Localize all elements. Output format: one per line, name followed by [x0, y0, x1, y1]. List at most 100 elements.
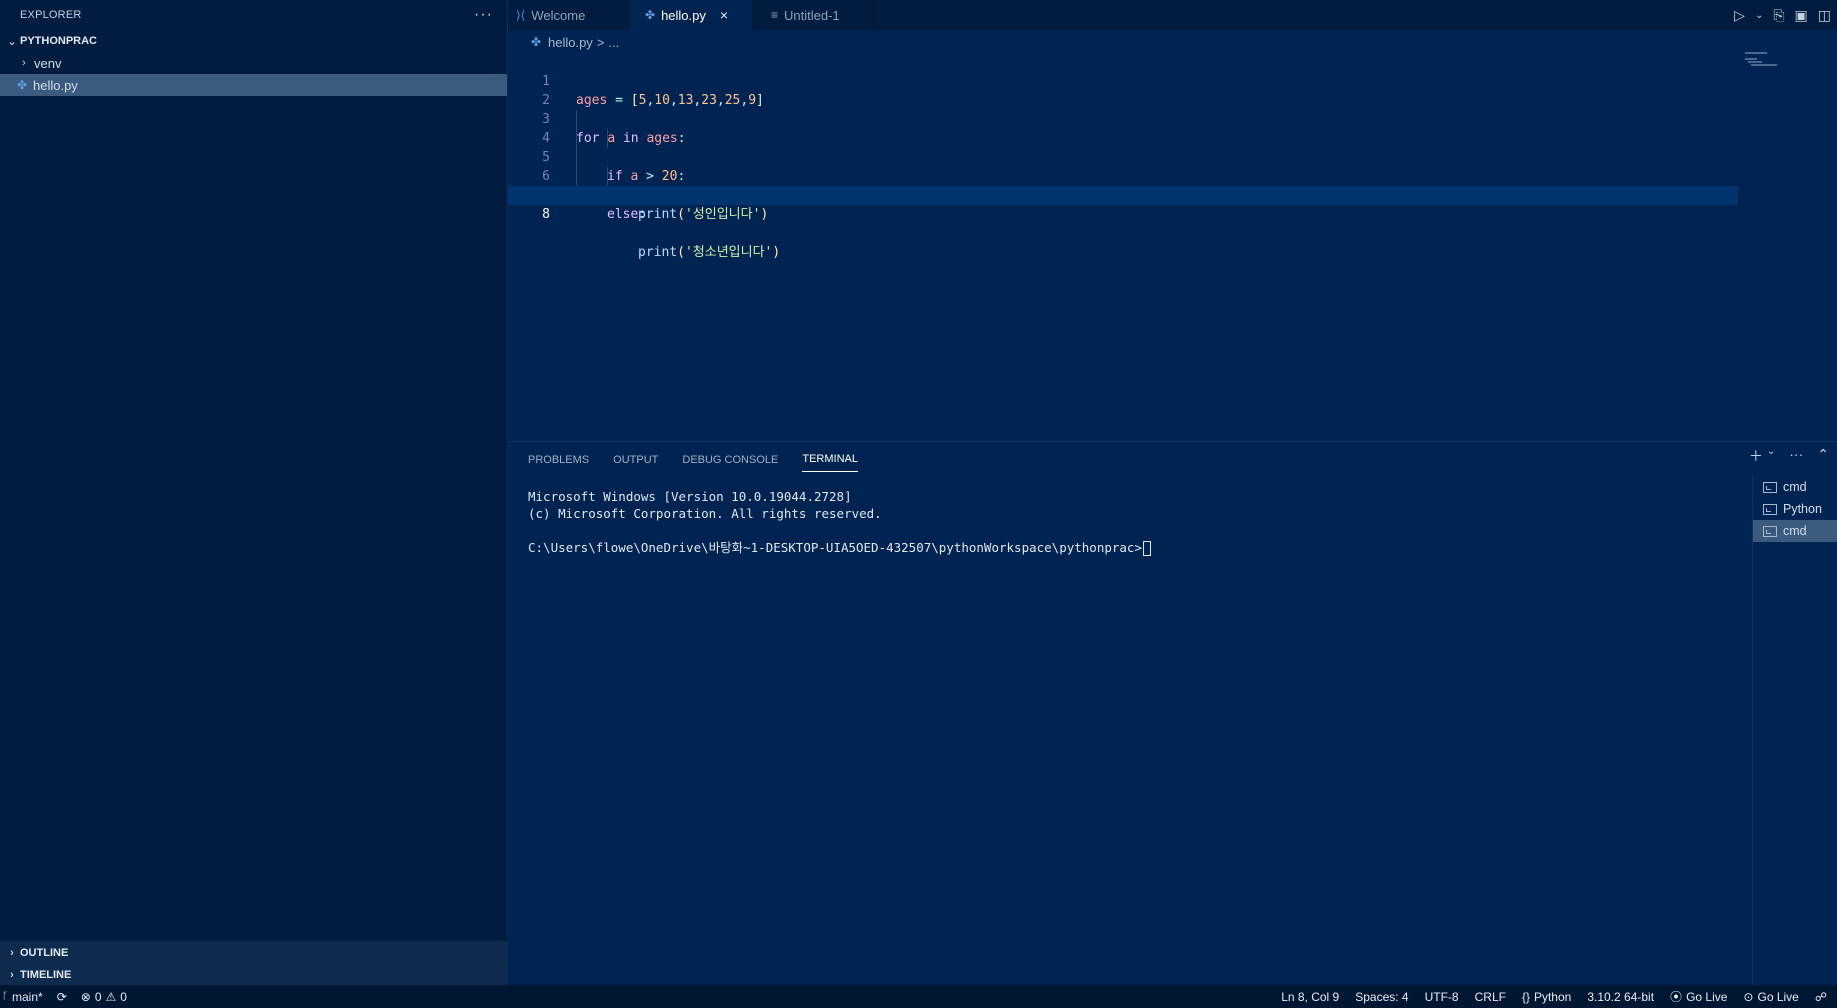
more-actions-icon[interactable]: ···: [474, 6, 493, 24]
run-icon[interactable]: ▷: [1734, 7, 1745, 24]
tree-item-label: hello.py: [33, 77, 78, 93]
explorer-header: EXPLORER ···: [0, 0, 507, 30]
branch-status[interactable]: ᚴ main*: [2, 990, 43, 1004]
terminal-icon: [1763, 525, 1777, 537]
terminal-item-cmd-active[interactable]: cmd: [1753, 520, 1837, 542]
vscode-icon: ⟩⟨: [516, 8, 526, 22]
line-number: 8: [542, 207, 550, 222]
go-live-label: Go Live: [1757, 989, 1799, 1004]
terminal-item-python[interactable]: Python: [1753, 498, 1837, 520]
go-live-label: Go Live: [1686, 989, 1728, 1004]
problems-status[interactable]: ⊗ 0 ⚠ 0: [81, 990, 127, 1004]
chevron-down-icon[interactable]: ⌄: [1755, 10, 1763, 21]
explorer-title: EXPLORER: [20, 9, 82, 21]
go-live-broadcast[interactable]: ⦿ Go Live: [1670, 988, 1727, 1005]
python-icon: ✤: [530, 35, 542, 49]
terminal-prompt-row: C:\Users\flowe\OneDrive\바탕화~1-DESKTOP-UI…: [528, 539, 1151, 556]
breadcrumb: ✤ hello.py > ...: [508, 32, 623, 52]
terminal-label: cmd: [1783, 524, 1807, 538]
play-circle-icon: ⊙: [1743, 989, 1754, 1004]
terminal-label: cmd: [1783, 480, 1807, 494]
terminal-cursor: [1142, 541, 1151, 556]
code-line-current: 8: [508, 186, 1738, 222]
outline-section-header[interactable]: › OUTLINE: [0, 941, 507, 963]
tab-problems[interactable]: PROBLEMS: [528, 442, 589, 477]
code-line: 3 for a in ages:: [508, 91, 1837, 146]
code-line: 5 print('성인입니다'): [508, 129, 1837, 222]
project-section-header[interactable]: ⌄ PYTHONPRAC: [0, 30, 507, 52]
language-label: Python: [1533, 989, 1572, 1004]
python-icon: ✤: [645, 8, 656, 22]
breadcrumb-rest[interactable]: ...: [608, 35, 619, 50]
terminal-list: cmd Python cmd: [1752, 476, 1837, 986]
code-line: 2: [508, 72, 1837, 108]
tab-label: Welcome: [531, 7, 586, 23]
more-actions-icon[interactable]: ···: [1789, 446, 1803, 466]
code-line: 4 if a > 20:: [508, 110, 1837, 184]
split-editor-icon[interactable]: ◫: [1818, 7, 1831, 24]
indentation[interactable]: Spaces: 4: [1355, 990, 1408, 1004]
project-name: PYTHONPRAC: [20, 35, 98, 47]
tab-label: Untitled-1: [784, 7, 840, 23]
terminal-item-cmd[interactable]: cmd: [1753, 476, 1837, 498]
cursor-position[interactable]: Ln 8, Col 9: [1281, 990, 1339, 1004]
code-text: else:: [607, 207, 647, 222]
braces-icon: {}: [1521, 989, 1530, 1004]
terminal-icon: [1763, 503, 1777, 515]
tab-terminal[interactable]: TERMINAL: [802, 448, 858, 472]
chevron-right-icon: ›: [10, 946, 14, 959]
chevron-right-icon: ›: [22, 57, 26, 69]
terminal-line: Microsoft Windows [Version 10.0.19044.27…: [528, 489, 852, 504]
encoding[interactable]: UTF-8: [1425, 990, 1459, 1004]
terminal-output[interactable]: Microsoft Windows [Version 10.0.19044.27…: [528, 488, 1151, 556]
broadcast-icon: ⦿: [1670, 990, 1683, 1004]
terminal-prompt: C:\Users\flowe\OneDrive\바탕화~1-DESKTOP-UI…: [528, 540, 1142, 555]
tree-item-venv[interactable]: › venv: [0, 52, 507, 74]
chevron-right-icon: ›: [10, 968, 14, 981]
timeline-section-header[interactable]: › TIMELINE: [0, 963, 507, 985]
breadcrumb-separator: >: [596, 34, 605, 50]
code-line: 7 print('청소년입니다'): [508, 167, 1837, 260]
tab-untitled-1[interactable]: ≡ Untitled-1: [753, 0, 875, 30]
close-icon[interactable]: ×: [720, 7, 728, 23]
python-interpreter[interactable]: 3.10.2 64-bit: [1587, 990, 1654, 1004]
feedback-icon[interactable]: ☍: [1815, 990, 1827, 1004]
explorer-sidebar: EXPLORER ··· ⌄ PYTHONPRAC › venv ✤ hello…: [0, 0, 508, 985]
panel-actions: ＋ ⌄ ··· ⌃: [1749, 446, 1829, 466]
language-mode[interactable]: {} Python: [1522, 990, 1571, 1004]
tab-hello-py[interactable]: ✤ hello.py ×: [629, 0, 753, 30]
tab-welcome[interactable]: ⟩⟨ Welcome: [508, 0, 629, 30]
warning-icon: ⚠: [105, 989, 117, 1004]
end-of-line[interactable]: CRLF: [1475, 990, 1506, 1004]
code-text: print('성인입니다'): [638, 207, 769, 222]
panel-tabs: PROBLEMS OUTPUT DEBUG CONSOLE TERMINAL: [508, 442, 1837, 477]
minimap[interactable]: [1745, 52, 1777, 72]
breadcrumb-file[interactable]: hello.py: [548, 35, 593, 50]
status-bar: ᚴ main* ⟳ ⊗ 0 ⚠ 0 Ln 8, Col 9 Spaces: 4 …: [0, 985, 1837, 1008]
new-folder-icon[interactable]: ▣: [1795, 7, 1808, 24]
maximize-panel-icon[interactable]: ⌃: [1817, 446, 1829, 466]
tab-debug-console[interactable]: DEBUG CONSOLE: [682, 442, 778, 477]
code-editor[interactable]: 1 ages = [5,10,13,23,25,9] 2 3 for a in …: [508, 53, 1837, 441]
python-file-icon: ✤: [16, 78, 28, 92]
tree-item-hello-py[interactable]: ✤ hello.py: [0, 74, 507, 96]
warning-count: 0: [120, 989, 127, 1004]
terminal-line: (c) Microsoft Corporation. All rights re…: [528, 506, 882, 521]
bottom-panel: PROBLEMS OUTPUT DEBUG CONSOLE TERMINAL ＋…: [508, 441, 1837, 986]
go-live-button[interactable]: ⊙ Go Live: [1743, 990, 1798, 1004]
open-changes-icon[interactable]: ⎘: [1773, 7, 1784, 24]
new-terminal-icon[interactable]: ＋: [1749, 446, 1763, 466]
editor-actions: ▷ ⌄ ⎘ ▣ ◫: [1734, 0, 1831, 30]
error-icon: ⊗: [80, 989, 91, 1004]
terminal-icon: [1763, 481, 1777, 493]
file-lines-icon: ≡: [771, 8, 779, 22]
timeline-label: TIMELINE: [20, 968, 72, 981]
sync-icon[interactable]: ⟳: [57, 990, 67, 1004]
chevron-down-icon[interactable]: ⌄: [1767, 446, 1775, 466]
tab-output[interactable]: OUTPUT: [613, 442, 658, 477]
tree-item-label: venv: [34, 55, 62, 71]
terminal-label: Python: [1783, 502, 1822, 516]
code-line: 1 ages = [5,10,13,23,25,9]: [508, 53, 1837, 108]
git-branch-icon: ᚴ: [2, 991, 8, 1002]
